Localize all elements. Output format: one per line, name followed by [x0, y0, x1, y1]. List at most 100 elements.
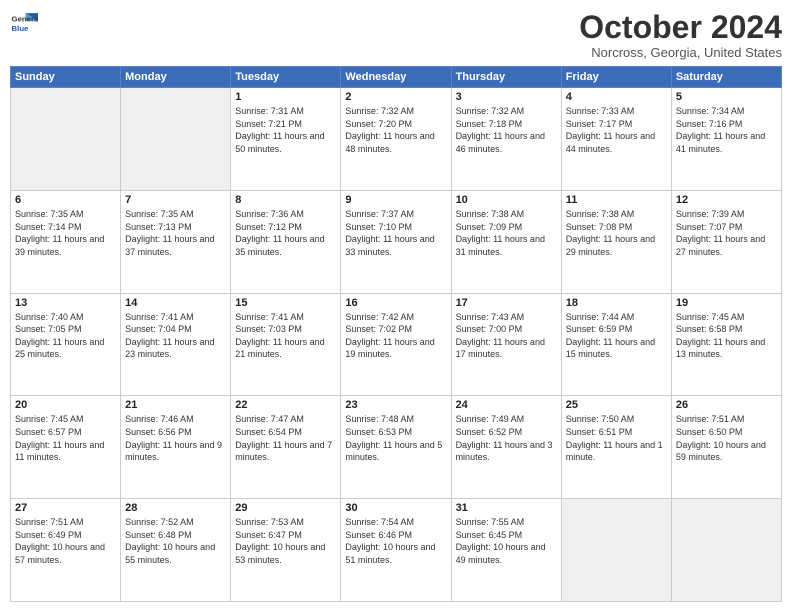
calendar-cell: 18 Sunrise: 7:44 AM Sunset: 6:59 PM Dayli… — [561, 293, 671, 396]
calendar-week-row: 27 Sunrise: 7:51 AM Sunset: 6:49 PM Dayli… — [11, 499, 782, 602]
calendar-cell: 10 Sunrise: 7:38 AM Sunset: 7:09 PM Dayli… — [451, 190, 561, 293]
month-title: October 2024 — [579, 10, 782, 45]
day-number: 11 — [566, 194, 667, 206]
calendar-cell — [11, 88, 121, 191]
day-number: 27 — [15, 502, 116, 514]
calendar-cell: 5 Sunrise: 7:34 AM Sunset: 7:16 PM Daylig… — [671, 88, 781, 191]
calendar-week-row: 6 Sunrise: 7:35 AM Sunset: 7:14 PM Daylig… — [11, 190, 782, 293]
calendar-cell: 30 Sunrise: 7:54 AM Sunset: 6:46 PM Dayli… — [341, 499, 451, 602]
day-number: 7 — [125, 194, 226, 206]
cell-info: Sunrise: 7:38 AM Sunset: 7:08 PM Dayligh… — [566, 208, 667, 258]
day-number: 22 — [235, 399, 336, 411]
calendar-cell: 28 Sunrise: 7:52 AM Sunset: 6:48 PM Dayli… — [121, 499, 231, 602]
calendar-cell: 11 Sunrise: 7:38 AM Sunset: 7:08 PM Dayli… — [561, 190, 671, 293]
calendar-cell: 21 Sunrise: 7:46 AM Sunset: 6:56 PM Dayli… — [121, 396, 231, 499]
calendar-week-row: 20Sunrise: 7:45 AM Sunset: 6:57 PM Dayli… — [11, 396, 782, 499]
cell-info: Sunrise: 7:38 AM Sunset: 7:09 PM Dayligh… — [456, 208, 557, 258]
day-number: 15 — [235, 297, 336, 309]
logo-icon: General Blue — [10, 10, 38, 38]
svg-text:General: General — [12, 15, 38, 24]
weekday-header: Wednesday — [341, 67, 451, 88]
day-number: 14 — [125, 297, 226, 309]
day-number: 2 — [345, 91, 446, 103]
cell-info: Sunrise: 7:32 AM Sunset: 7:18 PM Dayligh… — [456, 105, 557, 155]
cell-info: Sunrise: 7:39 AM Sunset: 7:07 PM Dayligh… — [676, 208, 777, 258]
day-number: 28 — [125, 502, 226, 514]
calendar-cell: 12 Sunrise: 7:39 AM Sunset: 7:07 PM Dayli… — [671, 190, 781, 293]
cell-info: Sunrise: 7:45 AM Sunset: 6:57 PM Dayligh… — [15, 413, 116, 463]
cell-info: Sunrise: 7:43 AM Sunset: 7:00 PM Dayligh… — [456, 311, 557, 361]
calendar-week-row: 1Sunrise: 7:31 AM Sunset: 7:21 PM Daylig… — [11, 88, 782, 191]
location: Norcross, Georgia, United States — [579, 45, 782, 60]
calendar-cell: 19Sunrise: 7:45 AM Sunset: 6:58 PM Dayli… — [671, 293, 781, 396]
calendar-cell: 8 Sunrise: 7:36 AM Sunset: 7:12 PM Daylig… — [231, 190, 341, 293]
day-number: 13 — [15, 297, 116, 309]
day-number: 4 — [566, 91, 667, 103]
weekday-header: Sunday — [11, 67, 121, 88]
day-number: 23 — [345, 399, 446, 411]
cell-info: Sunrise: 7:55 AM Sunset: 6:45 PM Dayligh… — [456, 516, 557, 566]
title-block: October 2024 Norcross, Georgia, United S… — [579, 10, 782, 60]
cell-info: Sunrise: 7:52 AM Sunset: 6:48 PM Dayligh… — [125, 516, 226, 566]
calendar-cell: 2 Sunrise: 7:32 AM Sunset: 7:20 PM Daylig… — [341, 88, 451, 191]
calendar-cell — [671, 499, 781, 602]
cell-info: Sunrise: 7:46 AM Sunset: 6:56 PM Dayligh… — [125, 413, 226, 463]
cell-info: Sunrise: 7:36 AM Sunset: 7:12 PM Dayligh… — [235, 208, 336, 258]
day-number: 26 — [676, 399, 777, 411]
day-number: 9 — [345, 194, 446, 206]
cell-info: Sunrise: 7:51 AM Sunset: 6:50 PM Dayligh… — [676, 413, 777, 463]
weekday-header: Tuesday — [231, 67, 341, 88]
calendar-cell: 26 Sunrise: 7:51 AM Sunset: 6:50 PM Dayli… — [671, 396, 781, 499]
day-number: 30 — [345, 502, 446, 514]
logo: General Blue — [10, 10, 38, 38]
day-number: 25 — [566, 399, 667, 411]
cell-info: Sunrise: 7:35 AM Sunset: 7:14 PM Dayligh… — [15, 208, 116, 258]
calendar-cell: 7 Sunrise: 7:35 AM Sunset: 7:13 PM Daylig… — [121, 190, 231, 293]
day-number: 31 — [456, 502, 557, 514]
calendar-cell: 1Sunrise: 7:31 AM Sunset: 7:21 PM Daylig… — [231, 88, 341, 191]
cell-info: Sunrise: 7:37 AM Sunset: 7:10 PM Dayligh… — [345, 208, 446, 258]
calendar-cell: 3Sunrise: 7:32 AM Sunset: 7:18 PM Daylig… — [451, 88, 561, 191]
day-number: 1 — [235, 91, 336, 103]
calendar-cell: 14 Sunrise: 7:41 AM Sunset: 7:04 PM Dayli… — [121, 293, 231, 396]
cell-info: Sunrise: 7:35 AM Sunset: 7:13 PM Dayligh… — [125, 208, 226, 258]
day-number: 12 — [676, 194, 777, 206]
calendar-table: SundayMondayTuesdayWednesdayThursdayFrid… — [10, 66, 782, 602]
calendar-cell: 27 Sunrise: 7:51 AM Sunset: 6:49 PM Dayli… — [11, 499, 121, 602]
day-number: 16 — [345, 297, 446, 309]
page: General Blue October 2024 Norcross, Geor… — [0, 0, 792, 612]
calendar-cell: 13 Sunrise: 7:40 AM Sunset: 7:05 PM Dayli… — [11, 293, 121, 396]
day-number: 21 — [125, 399, 226, 411]
cell-info: Sunrise: 7:54 AM Sunset: 6:46 PM Dayligh… — [345, 516, 446, 566]
calendar-cell: 23 Sunrise: 7:48 AM Sunset: 6:53 PM Dayli… — [341, 396, 451, 499]
cell-info: Sunrise: 7:50 AM Sunset: 6:51 PM Dayligh… — [566, 413, 667, 463]
day-number: 8 — [235, 194, 336, 206]
day-number: 18 — [566, 297, 667, 309]
calendar-cell: 6 Sunrise: 7:35 AM Sunset: 7:14 PM Daylig… — [11, 190, 121, 293]
cell-info: Sunrise: 7:32 AM Sunset: 7:20 PM Dayligh… — [345, 105, 446, 155]
day-number: 5 — [676, 91, 777, 103]
calendar-cell: 9 Sunrise: 7:37 AM Sunset: 7:10 PM Daylig… — [341, 190, 451, 293]
weekday-header: Thursday — [451, 67, 561, 88]
cell-info: Sunrise: 7:53 AM Sunset: 6:47 PM Dayligh… — [235, 516, 336, 566]
calendar-cell: 4Sunrise: 7:33 AM Sunset: 7:17 PM Daylig… — [561, 88, 671, 191]
cell-info: Sunrise: 7:48 AM Sunset: 6:53 PM Dayligh… — [345, 413, 446, 463]
cell-info: Sunrise: 7:51 AM Sunset: 6:49 PM Dayligh… — [15, 516, 116, 566]
weekday-header-row: SundayMondayTuesdayWednesdayThursdayFrid… — [11, 67, 782, 88]
calendar-cell — [561, 499, 671, 602]
cell-info: Sunrise: 7:44 AM Sunset: 6:59 PM Dayligh… — [566, 311, 667, 361]
day-number: 10 — [456, 194, 557, 206]
svg-text:Blue: Blue — [12, 24, 30, 33]
cell-info: Sunrise: 7:34 AM Sunset: 7:16 PM Dayligh… — [676, 105, 777, 155]
day-number: 24 — [456, 399, 557, 411]
weekday-header: Friday — [561, 67, 671, 88]
day-number: 19 — [676, 297, 777, 309]
cell-info: Sunrise: 7:41 AM Sunset: 7:04 PM Dayligh… — [125, 311, 226, 361]
header: General Blue October 2024 Norcross, Geor… — [10, 10, 782, 60]
calendar-cell: 22Sunrise: 7:47 AM Sunset: 6:54 PM Dayli… — [231, 396, 341, 499]
calendar-cell: 31 Sunrise: 7:55 AM Sunset: 6:45 PM Dayli… — [451, 499, 561, 602]
day-number: 6 — [15, 194, 116, 206]
cell-info: Sunrise: 7:42 AM Sunset: 7:02 PM Dayligh… — [345, 311, 446, 361]
cell-info: Sunrise: 7:40 AM Sunset: 7:05 PM Dayligh… — [15, 311, 116, 361]
weekday-header: Monday — [121, 67, 231, 88]
